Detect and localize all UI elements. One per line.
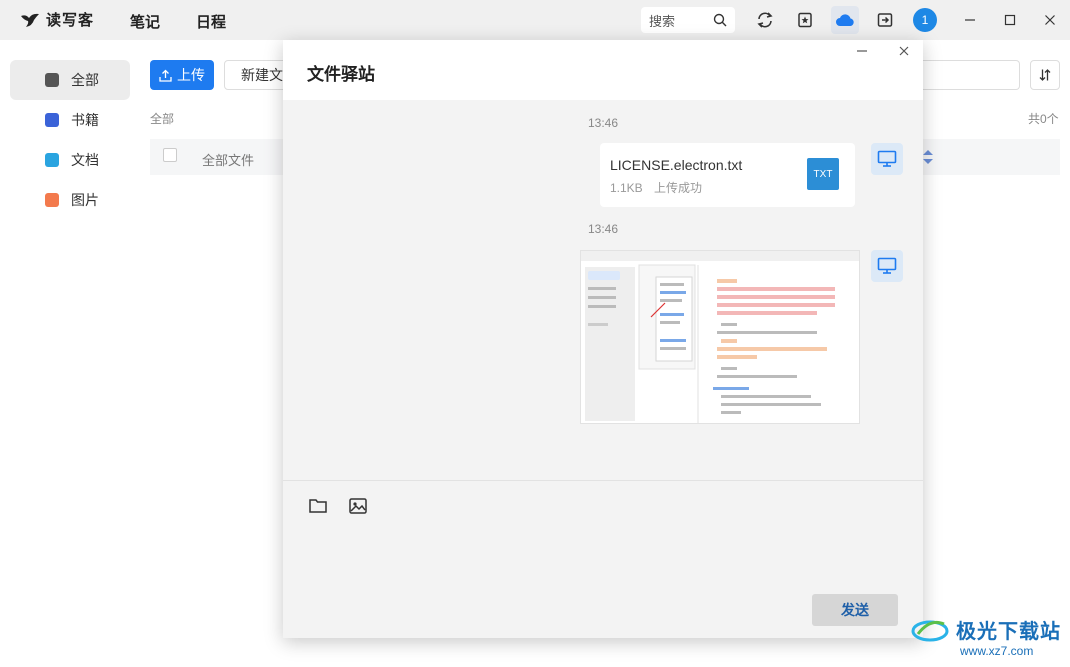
- watermark-url: www.xz7.com: [960, 644, 1034, 658]
- image-message-thumbnail[interactable]: [580, 250, 860, 424]
- dialog-minimize-icon[interactable]: [853, 42, 871, 60]
- dialog-title: 文件驿站: [307, 65, 375, 84]
- app-name: 读写客: [46, 12, 95, 29]
- sidebar-item-label: 书籍: [71, 112, 99, 128]
- tab-notes[interactable]: 笔记: [130, 11, 160, 32]
- sync-icon[interactable]: [751, 6, 779, 34]
- total-count: 共0个: [1028, 112, 1059, 126]
- file-message-card[interactable]: LICENSE.electron.txt 1.1KB 上传成功 TXT: [600, 143, 855, 207]
- compose-area[interactable]: 发送: [283, 480, 923, 638]
- send-button[interactable]: 发送: [812, 594, 898, 626]
- cloud-transfer-icon[interactable]: [831, 6, 859, 34]
- sidebar-item-all[interactable]: 全部: [10, 60, 130, 100]
- folder-icon[interactable]: [308, 496, 328, 516]
- file-name: LICENSE.electron.txt: [610, 157, 743, 173]
- txt-file-icon: TXT: [807, 158, 839, 190]
- message-time: 13:46: [588, 116, 619, 130]
- title-bar: 读写客 笔记 日程 搜索 1: [0, 0, 1070, 40]
- breadcrumb[interactable]: 全部: [150, 110, 174, 127]
- bird-logo-icon: [21, 13, 39, 27]
- dialog-close-icon[interactable]: [895, 42, 913, 60]
- sidebar-item-books[interactable]: 书籍: [10, 100, 130, 140]
- file-size: 1.1KB: [610, 181, 643, 195]
- watermark: 极光下载站: [910, 614, 1061, 644]
- tab-schedule[interactable]: 日程: [196, 11, 226, 32]
- desktop-device-icon: [871, 250, 903, 282]
- sidebar: 全部 书籍 文档 图片: [0, 40, 140, 667]
- screenshot-thumbnail-image: [581, 251, 859, 423]
- avatar[interactable]: 1: [913, 8, 937, 32]
- sort-button[interactable]: [1030, 60, 1060, 90]
- bookmark-star-icon[interactable]: [791, 6, 819, 34]
- document-icon: [45, 153, 59, 167]
- sort-icon: [1039, 69, 1051, 81]
- upload-status: 上传成功: [654, 181, 703, 195]
- file-meta: 1.1KB 上传成功: [610, 179, 702, 196]
- book-icon: [45, 113, 59, 127]
- filter-input[interactable]: [918, 60, 1020, 90]
- export-icon[interactable]: [871, 6, 899, 34]
- image-icon: [45, 193, 59, 207]
- search-box[interactable]: 搜索: [641, 7, 735, 33]
- select-all-checkbox[interactable]: [163, 148, 177, 162]
- maximize-icon[interactable]: [998, 8, 1022, 32]
- desktop-device-icon: [871, 143, 903, 175]
- aurora-logo-icon: [911, 620, 949, 642]
- sidebar-item-images[interactable]: 图片: [10, 180, 130, 220]
- file-transfer-dialog: 文件驿站 13:46 LICENSE.electron.txt 1.1KB 上传…: [283, 40, 923, 638]
- minimize-icon[interactable]: [958, 8, 982, 32]
- upload-label: 上传: [177, 67, 205, 83]
- column-all-files: 全部文件: [202, 153, 255, 168]
- search-placeholder: 搜索: [649, 13, 676, 29]
- all-files-icon: [45, 73, 59, 87]
- message-time: 13:46: [588, 222, 619, 236]
- app-logo: 读写客: [20, 9, 94, 30]
- sidebar-item-label: 全部: [71, 72, 99, 88]
- upload-icon: [159, 69, 172, 82]
- search-icon: [713, 13, 727, 27]
- sidebar-item-label: 图片: [71, 192, 99, 208]
- sidebar-item-documents[interactable]: 文档: [10, 140, 130, 180]
- watermark-text: 极光下载站: [956, 620, 1061, 643]
- upload-button[interactable]: 上传: [150, 60, 214, 90]
- close-icon[interactable]: [1038, 8, 1062, 32]
- message-list[interactable]: 13:46 LICENSE.electron.txt 1.1KB 上传成功 TX…: [283, 100, 923, 520]
- dialog-header: 文件驿站: [283, 40, 923, 100]
- sort-arrows-icon[interactable]: [922, 150, 934, 164]
- sidebar-item-label: 文档: [71, 152, 99, 168]
- image-icon[interactable]: [348, 496, 368, 516]
